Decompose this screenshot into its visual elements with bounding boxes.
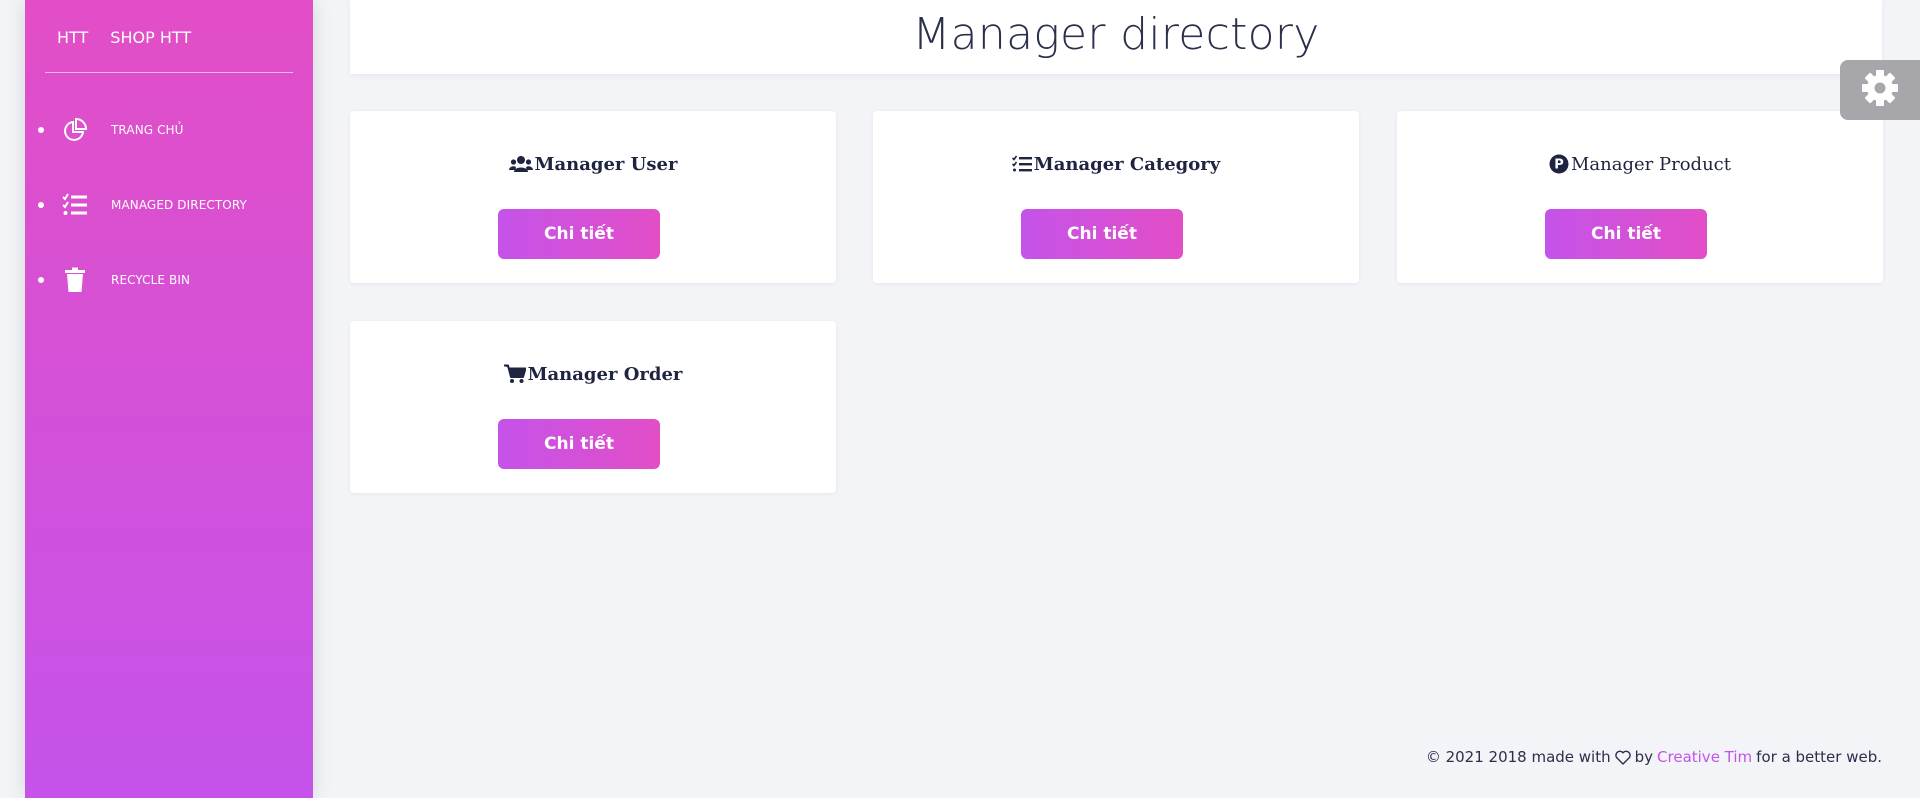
card-title-text: Manager User xyxy=(534,153,678,175)
tasks-list-icon xyxy=(61,191,89,219)
sidebar-item-label: RECYCLE BIN xyxy=(111,273,191,287)
brand-short: HTT xyxy=(57,27,89,47)
sidebar-divider xyxy=(45,72,293,73)
bullet-dot xyxy=(38,202,44,208)
footer-by: by xyxy=(1634,748,1654,766)
card-title: Manager User xyxy=(350,149,836,179)
sidebar-item-label: MANAGED DIRECTORY xyxy=(111,198,247,212)
pie-chart-icon xyxy=(61,116,89,144)
sidebar-item-trang-chu[interactable]: TRANG CHỦ xyxy=(25,110,313,150)
svg-text:P: P xyxy=(1554,158,1564,173)
page-header: Manager directory xyxy=(350,0,1882,74)
gear-icon xyxy=(1861,69,1899,111)
card-manager-user: Manager User Chi tiết xyxy=(350,111,836,283)
card-title-text: Manager Category xyxy=(1033,153,1221,175)
card-manager-product: P Manager Product Chi tiết xyxy=(1397,111,1883,283)
sidebar-item-label: TRANG CHỦ xyxy=(111,123,184,137)
page-title: Manager directory xyxy=(912,8,1320,60)
footer-suffix: for a better web. xyxy=(1756,748,1882,766)
detail-button[interactable]: Chi tiết xyxy=(1545,209,1707,259)
card-manager-category: Manager Category Chi tiết xyxy=(873,111,1359,283)
bullet-dot xyxy=(38,127,44,133)
card-title: P Manager Product xyxy=(1397,149,1883,179)
card-manager-order: Manager Order Chi tiết xyxy=(350,321,836,493)
detail-button[interactable]: Chi tiết xyxy=(498,209,660,259)
settings-button[interactable] xyxy=(1840,60,1920,120)
detail-button[interactable]: Chi tiết xyxy=(1021,209,1183,259)
card-title: Manager Category xyxy=(873,149,1359,179)
users-icon xyxy=(508,155,533,173)
brand[interactable]: HTT SHOP HTT xyxy=(57,22,191,52)
footer-prefix: © 2021 2018 made with xyxy=(1425,748,1611,766)
brand-name: SHOP HTT xyxy=(110,27,192,47)
heart-icon xyxy=(1614,750,1631,765)
footer: © 2021 2018 made with by Creative Tim fo… xyxy=(1426,748,1882,766)
shopping-cart-icon xyxy=(503,364,526,384)
tasks-list-icon xyxy=(1011,155,1032,173)
sidebar-item-recycle-bin[interactable]: RECYCLE BIN xyxy=(25,260,313,300)
card-title-text: Manager Product xyxy=(1571,153,1731,175)
card-title: Manager Order xyxy=(350,359,836,389)
detail-button[interactable]: Chi tiết xyxy=(498,419,660,469)
bullet-dot xyxy=(38,277,44,283)
sidebar: HTT SHOP HTT TRANG CHỦ MANAGED DIRECTORY xyxy=(25,0,313,798)
creative-tim-link[interactable]: Creative Tim xyxy=(1657,748,1752,766)
card-title-text: Manager Order xyxy=(527,363,683,385)
sidebar-item-managed-directory[interactable]: MANAGED DIRECTORY xyxy=(25,185,313,225)
product-p-icon: P xyxy=(1549,154,1569,174)
trash-icon xyxy=(61,266,89,294)
